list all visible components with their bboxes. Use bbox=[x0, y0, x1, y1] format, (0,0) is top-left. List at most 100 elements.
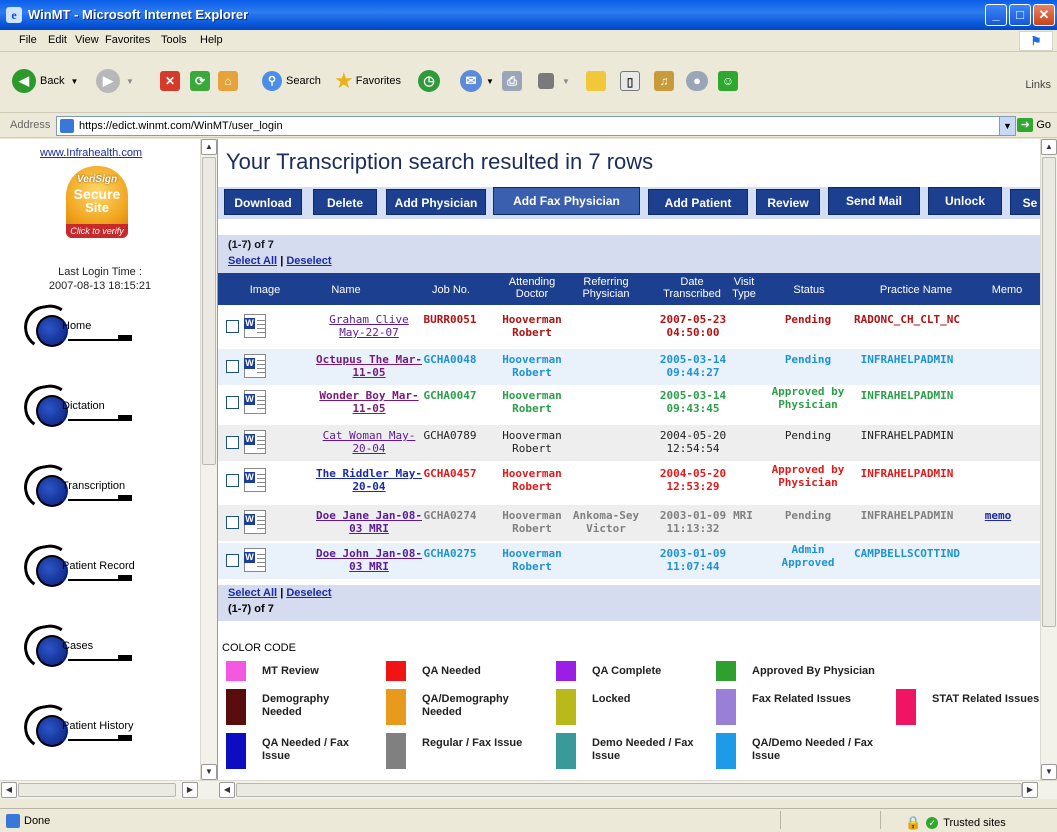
favorites-button[interactable]: ★ Favorites bbox=[334, 65, 401, 97]
word-document-icon[interactable]: W bbox=[244, 430, 266, 454]
discuss-button[interactable] bbox=[586, 65, 606, 97]
col-practice-name[interactable]: Practice Name bbox=[858, 284, 974, 296]
word-document-icon[interactable]: W bbox=[244, 314, 266, 338]
left-horizontal-scrollbar[interactable]: ◀ ▶ bbox=[0, 780, 218, 799]
scroll-up-icon[interactable]: ▲ bbox=[1041, 139, 1057, 155]
scroll-thumb[interactable] bbox=[18, 783, 176, 797]
nav-item-patient-record[interactable]: Patient Record bbox=[18, 541, 198, 595]
add-patient-button[interactable]: Add Patient bbox=[648, 189, 748, 215]
messenger-button[interactable]: ● bbox=[686, 65, 708, 97]
table-row[interactable]: W Octupus The Mar-11-05 GCHA0048 Hooverman … bbox=[218, 349, 1040, 385]
col-image[interactable]: Image bbox=[240, 284, 290, 296]
word-document-icon[interactable]: W bbox=[244, 354, 266, 378]
mail-button[interactable]: ✉ ▼ bbox=[460, 65, 494, 97]
table-row[interactable]: W Wonder Boy Mar-11-05 GCHA0047 Hooverman R… bbox=[218, 385, 1040, 421]
research-button[interactable]: ▯ bbox=[620, 65, 640, 97]
deselect-link[interactable]: Deselect bbox=[286, 587, 331, 599]
scroll-down-icon[interactable]: ▼ bbox=[201, 764, 217, 780]
edit-button[interactable]: ▼ bbox=[538, 65, 570, 97]
nav-item-transcription[interactable]: Transcription bbox=[18, 461, 198, 515]
print-button[interactable]: ⎙ bbox=[502, 65, 522, 97]
scroll-thumb[interactable] bbox=[236, 783, 1022, 797]
col-name[interactable]: Name bbox=[313, 284, 379, 296]
main-horizontal-scrollbar[interactable]: ◀ ▶ bbox=[218, 780, 1057, 799]
row-memo[interactable]: memo bbox=[974, 509, 1022, 522]
word-document-icon[interactable]: W bbox=[244, 548, 266, 572]
chevron-down-icon[interactable]: ▼ bbox=[999, 117, 1015, 135]
add-fax-physician-button[interactable]: Add Fax Physician bbox=[493, 187, 640, 215]
select-all-link[interactable]: Select All bbox=[228, 587, 277, 599]
maximize-button[interactable]: □ bbox=[1009, 4, 1031, 26]
refresh-button[interactable]: ⟳ bbox=[190, 65, 210, 97]
forward-button[interactable]: ▶ ▼ bbox=[96, 65, 134, 97]
row-checkbox[interactable] bbox=[226, 516, 239, 529]
stop-button[interactable]: ✕ bbox=[160, 65, 180, 97]
links-label[interactable]: Links bbox=[1025, 79, 1051, 91]
main-vertical-scrollbar[interactable]: ▲ ▼ bbox=[1040, 139, 1057, 780]
add-physician-button[interactable]: Add Physician bbox=[386, 189, 486, 215]
col-memo[interactable]: Memo bbox=[982, 284, 1032, 296]
row-checkbox[interactable] bbox=[226, 554, 239, 567]
scroll-thumb[interactable] bbox=[1042, 157, 1056, 627]
word-document-icon[interactable]: W bbox=[244, 468, 266, 492]
table-row[interactable]: W The Riddler May-20-04 GCHA0457 Hooverman … bbox=[218, 463, 1040, 499]
select-all-link[interactable]: Select All bbox=[228, 255, 277, 267]
scroll-down-icon[interactable]: ▼ bbox=[1041, 764, 1057, 780]
unlock-button[interactable]: Unlock bbox=[928, 187, 1002, 215]
send-mail-button[interactable]: Send Mail bbox=[828, 187, 920, 215]
row-checkbox[interactable] bbox=[226, 320, 239, 333]
deselect-link[interactable]: Deselect bbox=[286, 255, 331, 267]
home-button[interactable]: ⌂ bbox=[218, 65, 238, 97]
menu-view[interactable]: View bbox=[75, 34, 99, 46]
table-row[interactable]: W Graham Clive May-22-07 BURR0051 Hooverman… bbox=[218, 309, 1040, 345]
review-button[interactable]: Review bbox=[756, 189, 820, 215]
col-attending-doctor[interactable]: Attending Doctor bbox=[500, 276, 564, 300]
download-button[interactable]: Download bbox=[224, 189, 302, 215]
menu-favorites[interactable]: Favorites bbox=[105, 34, 150, 46]
word-document-icon[interactable]: W bbox=[244, 390, 266, 414]
minimize-button[interactable]: _ bbox=[985, 4, 1007, 26]
col-status[interactable]: Status bbox=[774, 284, 844, 296]
scroll-right-icon[interactable]: ▶ bbox=[1022, 782, 1038, 798]
row-checkbox[interactable] bbox=[226, 360, 239, 373]
nav-item-home[interactable]: Home bbox=[18, 301, 198, 355]
scroll-left-icon[interactable]: ◀ bbox=[1, 782, 17, 798]
col-referring-physician[interactable]: Referring Physician bbox=[574, 276, 638, 300]
scroll-thumb[interactable] bbox=[202, 157, 216, 465]
menu-help[interactable]: Help bbox=[200, 34, 223, 46]
menu-tools[interactable]: Tools bbox=[161, 34, 187, 46]
menu-edit[interactable]: Edit bbox=[48, 34, 67, 46]
row-checkbox[interactable] bbox=[226, 474, 239, 487]
row-checkbox[interactable] bbox=[226, 396, 239, 409]
left-vertical-scrollbar[interactable]: ▲ ▼ bbox=[200, 139, 217, 780]
color-swatch bbox=[716, 733, 736, 769]
media-button[interactable]: ♫ bbox=[654, 65, 674, 97]
people-button[interactable]: ☺ bbox=[718, 65, 738, 97]
col-date-transcribed[interactable]: Date Transcribed bbox=[656, 276, 728, 300]
nav-item-patient-history[interactable]: Patient History bbox=[18, 701, 198, 755]
col-visit-type[interactable]: Visit Type bbox=[726, 276, 762, 300]
scroll-right-icon[interactable]: ▶ bbox=[182, 782, 198, 798]
verisign-seal[interactable]: VeriSign Secure Site Click to verify bbox=[66, 166, 128, 238]
scroll-left-icon[interactable]: ◀ bbox=[219, 782, 235, 798]
col-job-no[interactable]: Job No. bbox=[416, 284, 486, 296]
nav-item-dictation[interactable]: Dictation bbox=[18, 381, 198, 435]
go-button[interactable]: ➜ Go bbox=[1017, 118, 1051, 132]
delete-button[interactable]: Delete bbox=[313, 189, 377, 215]
back-button[interactable]: ◀ Back ▼ bbox=[12, 65, 78, 97]
nav-item-cases[interactable]: Cases bbox=[18, 621, 198, 675]
menu-file[interactable]: File bbox=[19, 34, 37, 46]
table-row[interactable]: W Cat Woman May-20-04 GCHA0789 Hooverman Ro… bbox=[218, 425, 1040, 461]
history-button[interactable]: ◷ bbox=[418, 65, 440, 97]
infrahealth-link[interactable]: www.Infrahealth.com bbox=[40, 147, 142, 159]
word-document-icon[interactable]: W bbox=[244, 510, 266, 534]
table-row[interactable]: W Doe Jane Jan-08-03 MRI GCHA0274 Hooverman… bbox=[218, 505, 1040, 541]
row-checkbox[interactable] bbox=[226, 436, 239, 449]
close-button[interactable]: ✕ bbox=[1033, 4, 1055, 26]
color-code-label: QA Complete bbox=[592, 665, 662, 677]
address-input[interactable]: https://edict.winmt.com/WinMT/user_login… bbox=[56, 116, 1016, 136]
table-row[interactable]: W Doe John Jan-08-03 MRI GCHA0275 Hooverman… bbox=[218, 543, 1040, 579]
scroll-up-icon[interactable]: ▲ bbox=[201, 139, 217, 155]
security-zone[interactable]: 🔒 ✓ Trusted sites bbox=[905, 815, 1006, 831]
search-button[interactable]: ⚲ Search bbox=[262, 65, 321, 97]
